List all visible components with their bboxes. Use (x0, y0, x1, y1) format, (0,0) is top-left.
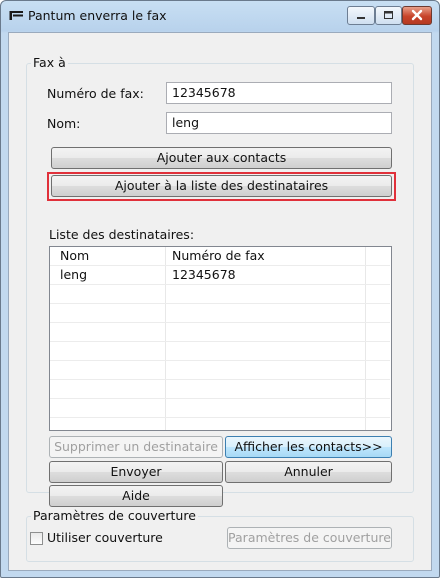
empty-row (50, 399, 390, 418)
empty-row (50, 285, 390, 304)
close-button[interactable] (402, 6, 432, 25)
add-to-recipients-button[interactable]: Ajouter à la liste des destinataires (51, 175, 392, 197)
show-contacts-button[interactable]: Afficher les contacts>> (225, 436, 392, 458)
add-to-contacts-button[interactable]: Ajouter aux contacts (51, 147, 392, 169)
recipient-list[interactable]: Nom Numéro de fax leng 12345678 (49, 246, 392, 431)
fax-number-label: Numéro de fax: (47, 86, 144, 101)
cover-settings-button[interactable]: Paramètres de couverture (227, 527, 392, 549)
list-header[interactable]: Nom Numéro de fax (50, 247, 390, 266)
minimize-button[interactable] (347, 6, 375, 25)
fax-window: Pantum enverra le fax Fax à Numéro de fa… (0, 0, 440, 578)
name-label: Nom: (47, 116, 81, 131)
fax-number-field[interactable]: 12345678 (166, 82, 392, 104)
empty-row (50, 380, 390, 399)
list-item[interactable]: leng 12345678 (50, 266, 390, 285)
empty-row (50, 304, 390, 323)
column-header-name[interactable]: Nom (60, 248, 89, 263)
maximize-icon (384, 11, 393, 19)
use-cover-checkbox[interactable] (30, 532, 43, 545)
fax-to-group-label: Fax à (31, 55, 68, 70)
empty-row (50, 342, 390, 361)
pantum-icon (8, 11, 23, 20)
cover-group-label: Paramètres de couverture (31, 508, 198, 523)
window-title: Pantum enverra le fax (28, 8, 167, 23)
help-button[interactable]: Aide (49, 485, 223, 507)
column-header-fax[interactable]: Numéro de fax (172, 248, 265, 263)
recipient-name: leng (60, 267, 88, 282)
empty-row (50, 323, 390, 342)
remove-recipient-button[interactable]: Supprimer un destinataire (49, 436, 223, 458)
recipient-fax: 12345678 (172, 267, 236, 282)
cancel-button[interactable]: Annuler (225, 461, 392, 483)
empty-row (50, 361, 390, 380)
minimize-icon (357, 17, 365, 19)
send-button[interactable]: Envoyer (49, 461, 223, 483)
recipient-list-label: Liste des destinataires: (49, 227, 195, 242)
dialog-body: Fax à Numéro de fax: 12345678 Nom: leng … (8, 32, 432, 571)
title-bar[interactable]: Pantum enverra le fax (1, 1, 439, 31)
use-cover-label[interactable]: Utiliser couverture (47, 530, 163, 545)
maximize-button[interactable] (375, 6, 402, 25)
close-icon (411, 9, 423, 21)
name-field[interactable]: leng (166, 112, 392, 134)
